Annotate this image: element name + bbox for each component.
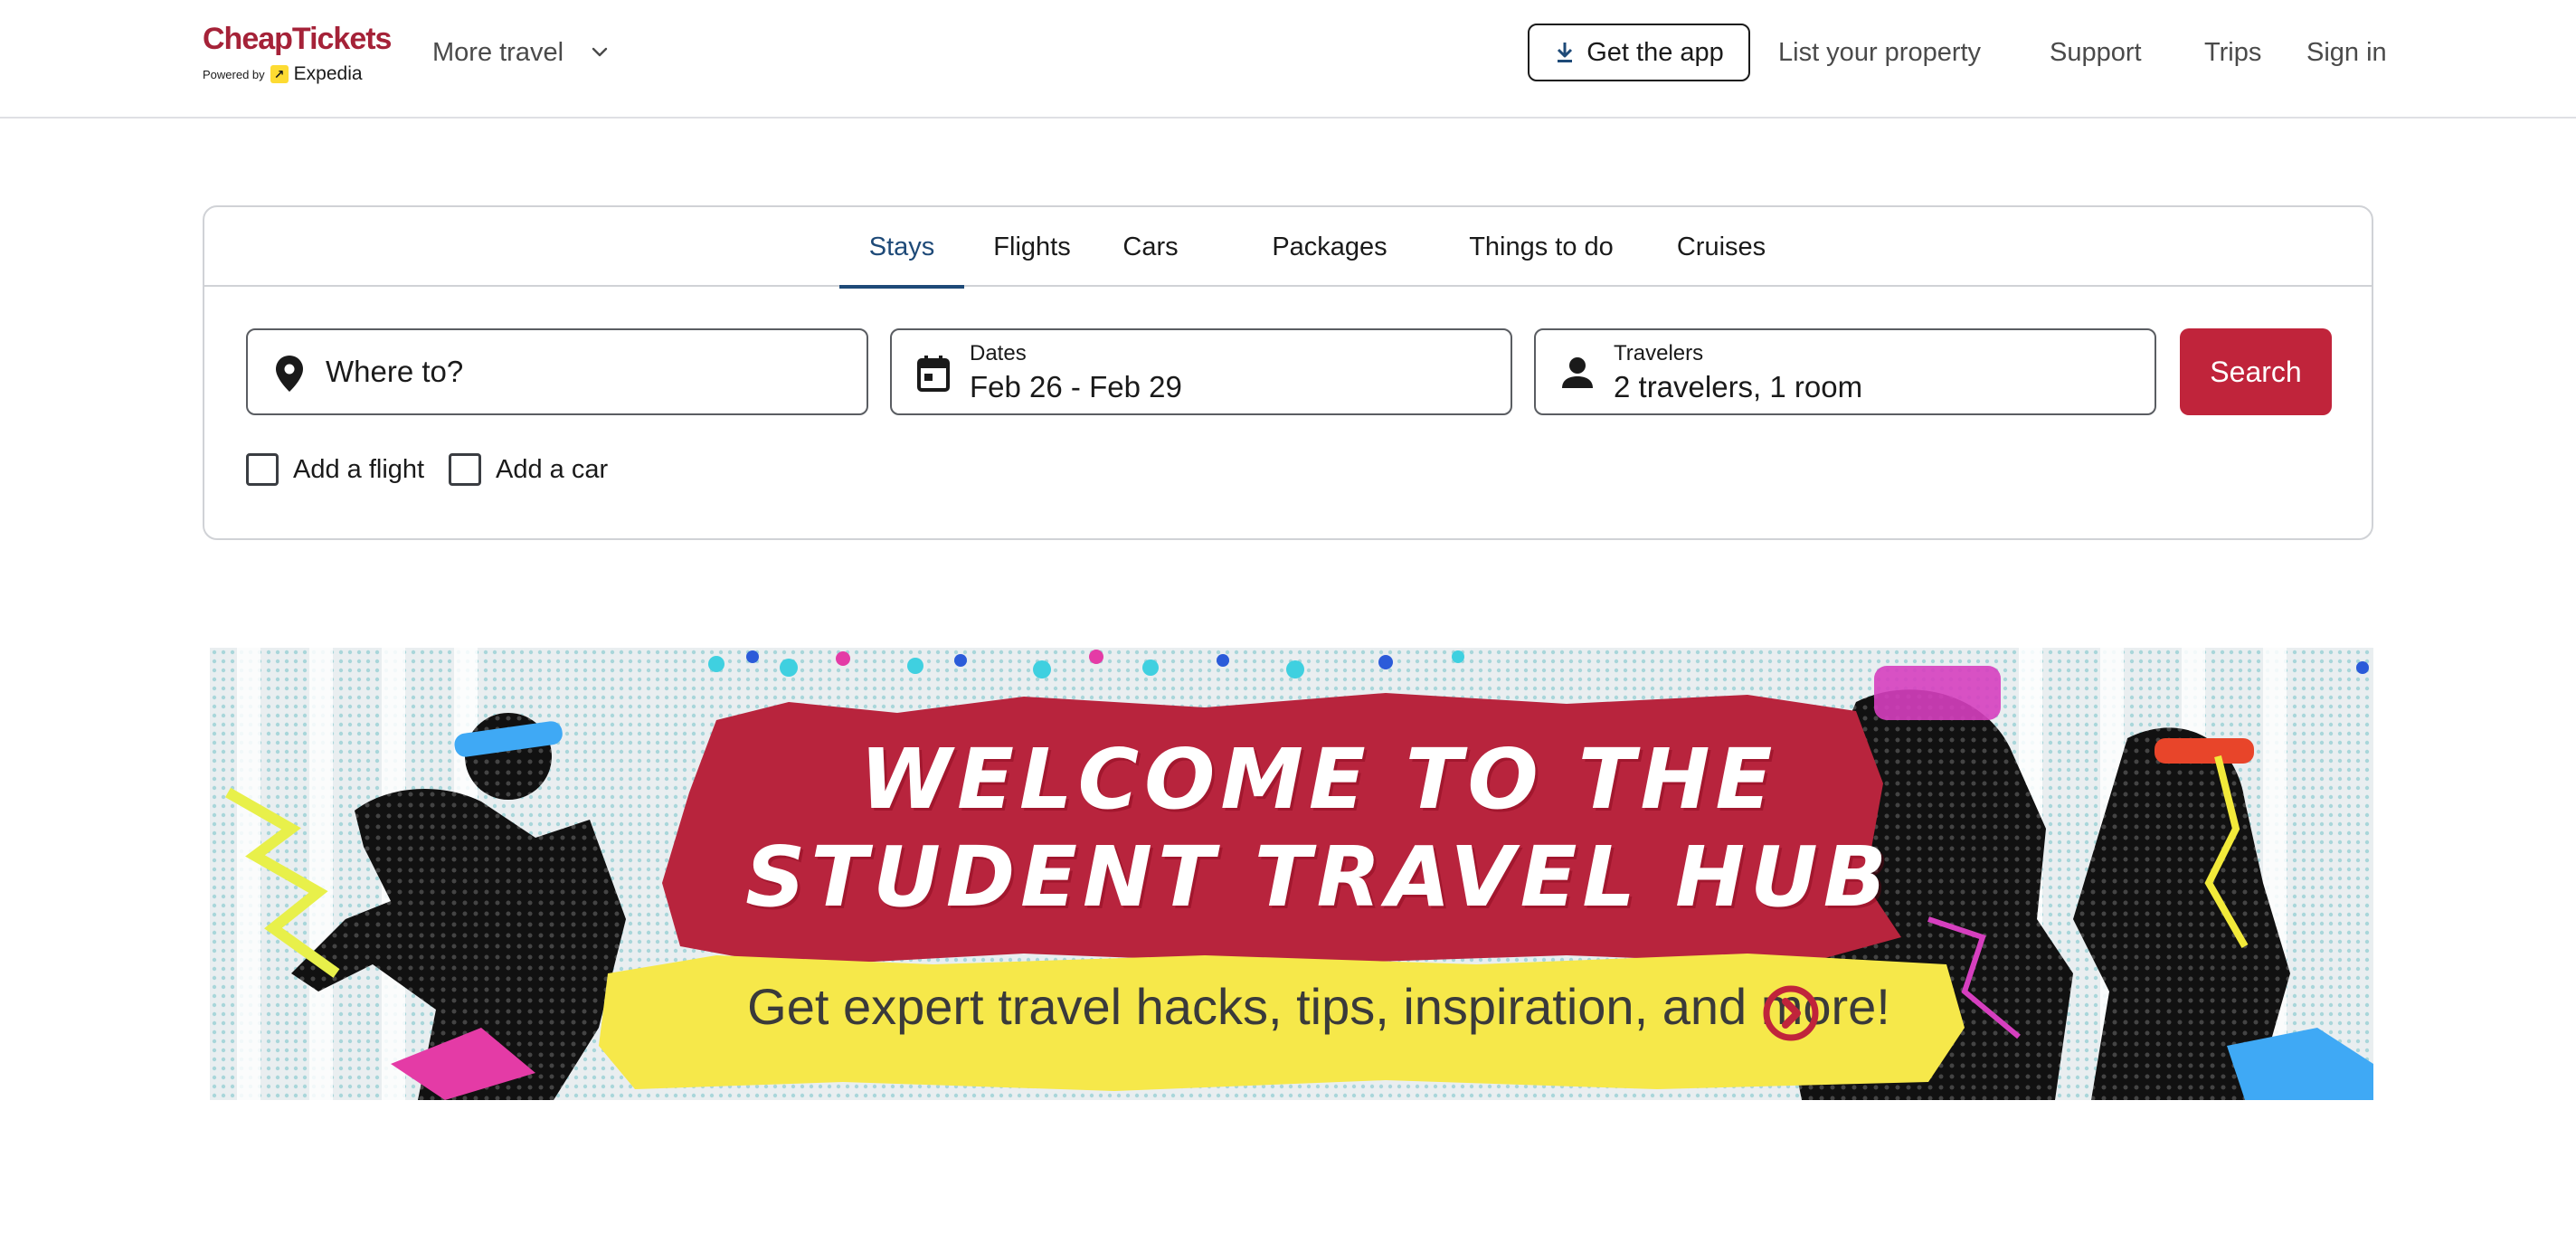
banner-subtitle: Get expert travel hacks, tips, inspirati… xyxy=(747,978,1890,1035)
checkbox-box[interactable] xyxy=(449,453,481,486)
student-travel-hub-banner[interactable]: WELCOME TO THE STUDENT TRAVEL HUB Get ex… xyxy=(210,648,2373,1100)
more-travel-label: More travel xyxy=(432,37,564,67)
logo-wordmark: CheapTickets xyxy=(203,22,392,56)
travelers-field[interactable]: Travelers 2 travelers, 1 room xyxy=(1534,328,2156,415)
add-flight-checkbox[interactable]: Add a flight xyxy=(246,451,424,488)
get-app-label: Get the app xyxy=(1586,37,1724,67)
tab-flights[interactable]: Flights xyxy=(982,207,1082,287)
dates-value: Feb 26 - Feb 29 xyxy=(970,370,1182,403)
trips-link[interactable]: Trips xyxy=(2204,27,2261,78)
destination-field[interactable]: Where to? xyxy=(246,328,868,415)
add-car-label: Add a car xyxy=(496,454,609,484)
map-pin-icon xyxy=(276,356,303,392)
more-travel-menu[interactable]: More travel xyxy=(432,27,611,78)
dates-label: Dates xyxy=(970,341,1027,365)
add-flight-label: Add a flight xyxy=(293,454,425,484)
tab-cruises[interactable]: Cruises xyxy=(1617,207,1825,287)
person-icon xyxy=(1562,357,1593,388)
expedia-text: Expedia xyxy=(293,63,363,84)
powered-by-text: Powered by xyxy=(203,67,265,81)
search-form: Stays Flights Cars Packages Things to do… xyxy=(203,205,2373,540)
add-car-checkbox[interactable]: Add a car xyxy=(449,451,608,488)
chevron-down-icon xyxy=(592,47,608,57)
tab-stays[interactable]: Stays xyxy=(839,207,964,289)
tab-packages[interactable]: Packages xyxy=(1239,207,1420,287)
logo-powered-by: Powered by ↗ Expedia xyxy=(203,63,363,85)
expedia-arrow-icon: ↗ xyxy=(270,65,289,83)
banner-title-line2: STUDENT TRAVEL HUB xyxy=(745,829,1892,925)
destination-placeholder: Where to? xyxy=(326,355,464,388)
tab-cars[interactable]: Cars xyxy=(1116,207,1185,287)
travelers-value: 2 travelers, 1 room xyxy=(1614,370,1863,403)
tab-things-to-do[interactable]: Things to do xyxy=(1451,207,1632,287)
checkbox-box[interactable] xyxy=(246,453,279,486)
search-button[interactable]: Search xyxy=(2180,328,2332,415)
list-your-property-link[interactable]: List your property xyxy=(1778,27,1981,78)
arrow-circle-icon[interactable] xyxy=(1762,984,1820,1042)
sign-in-link[interactable]: Sign in xyxy=(2306,27,2387,78)
get-the-app-button[interactable]: Get the app xyxy=(1528,24,1750,81)
search-tabs: Stays Flights Cars Packages Things to do… xyxy=(204,207,2372,289)
banner-title-line1: WELCOME TO THE xyxy=(859,731,1778,828)
calendar-icon xyxy=(917,356,950,392)
top-header: CheapTickets Powered by ↗ Expedia More t… xyxy=(0,0,2576,119)
cheaptickets-logo[interactable]: CheapTickets Powered by ↗ Expedia xyxy=(203,22,392,85)
download-icon xyxy=(1558,43,1573,62)
travelers-label: Travelers xyxy=(1614,341,1704,365)
support-link[interactable]: Support xyxy=(2050,27,2142,78)
dates-field[interactable]: Dates Feb 26 - Feb 29 xyxy=(890,328,1512,415)
